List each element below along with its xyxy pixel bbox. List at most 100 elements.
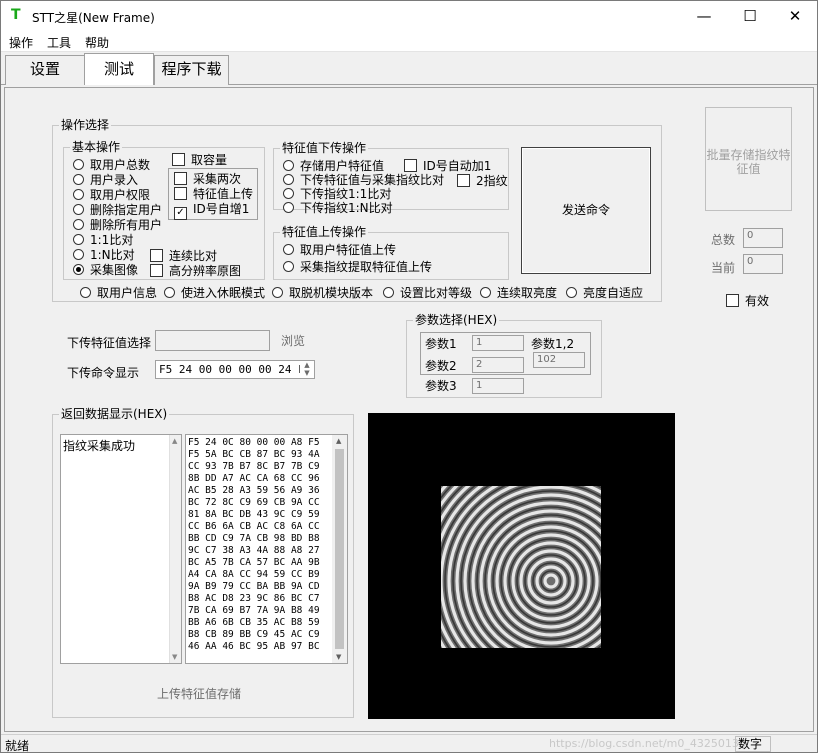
radio-get-user-feature-upload[interactable]: 取用户特征值上传 (283, 243, 396, 257)
radio-get-user-info[interactable]: 取用户信息 (80, 286, 157, 300)
current-label: 当前 (711, 261, 736, 275)
param2-field[interactable]: 2 (472, 357, 524, 373)
radio-capture-image[interactable]: 采集图像 (73, 263, 138, 277)
radio-delete-user[interactable]: 删除指定用户 (73, 203, 162, 217)
check-capture-twice[interactable]: 采集两次 (174, 172, 241, 186)
param1-label: 参数1 (425, 337, 457, 351)
test-panel: 操作选择 基本操作 取用户总数 用户录入 取用户权限 删除指定用户 删除所有用户… (4, 87, 814, 732)
check-get-capacity[interactable]: 取容量 (172, 153, 227, 167)
param12-label: 参数1,2 (531, 337, 575, 351)
check-id-auto-add[interactable]: ID号自动加1 (404, 159, 491, 173)
radio-get-user-count[interactable]: 取用户总数 (73, 158, 150, 172)
message-text: 指纹采集成功 (63, 439, 136, 453)
hex-line: 7B CA 69 B7 7A 9A B8 49 (188, 605, 320, 616)
hex-line: B8 AC D8 23 9C 86 BC C7 (188, 593, 320, 604)
menu-bar: 操作 工具 帮助 (1, 32, 817, 52)
operation-select-title: 操作选择 (59, 117, 112, 133)
hex-data-box[interactable]: F5 24 0C 80 00 00 A8 F5 F5 5A BC CB 87 BC… (185, 434, 348, 664)
status-bar: 就绪 https://blog.csdn.net/m0_43250136 数字 (1, 734, 817, 752)
hex-line: BC A5 7B CA 57 BC AA 9B (188, 557, 320, 568)
enroll-options-box: 采集两次 特征值上传 ID号自增1 (168, 168, 258, 220)
check-high-res-image[interactable]: 高分辨率原图 (150, 264, 241, 278)
menu-tools[interactable]: 工具 (47, 34, 71, 51)
hex-line: 46 AA 46 BC 95 AB 97 BC (188, 641, 320, 652)
scroll-up-icon[interactable]: ▲ (172, 437, 177, 445)
hex-scroll-thumb[interactable] (335, 449, 344, 649)
radio-delete-all-users[interactable]: 删除所有用户 (73, 218, 162, 232)
radio-get-module-version[interactable]: 取脱机模块版本 (272, 286, 373, 300)
download-select-label: 下传特征值选择 (67, 336, 152, 350)
radio-compare-1-1[interactable]: 1:1比对 (73, 233, 133, 247)
param3-field[interactable]: 1 (472, 378, 524, 394)
message-scrollbar[interactable]: ▲ ▼ (169, 435, 181, 663)
hex-line: 81 8A BC DB 43 9C C9 59 (188, 509, 320, 520)
hex-scroll-down-icon[interactable]: ▼ (336, 653, 341, 661)
download-command-label: 下传命令显示 (67, 366, 140, 380)
hex-line: 9C C7 38 A3 4A 88 A8 27 (188, 545, 320, 556)
tab-settings[interactable]: 设置 (5, 55, 85, 85)
hex-line: CC B6 6A CB AC C8 6A CC (188, 521, 320, 532)
hex-line: AC B5 28 A3 59 56 A9 36 (188, 485, 320, 496)
radio-sleep-mode[interactable]: 使进入休眠模式 (164, 286, 265, 300)
hex-line: BC 72 8C C9 69 CB 9A CC (188, 497, 320, 508)
browse-button[interactable]: 浏览 (281, 332, 305, 349)
return-data-group: 返回数据显示(HEX) 指纹采集成功 ▲ ▼ F5 24 0C 80 00 00… (52, 406, 354, 718)
check-two-fingerprints[interactable]: 2指纹 (457, 174, 508, 188)
check-feature-upload[interactable]: 特征值上传 (174, 187, 253, 201)
title-bar: T STT之星(New Frame) — ☐ ✕ (1, 1, 817, 32)
radio-download-fp-1-1[interactable]: 下传指纹1:1比对 (283, 187, 391, 201)
batch-store-button[interactable]: 批量存储指纹特征值 (705, 107, 792, 211)
radio-download-feature-compare[interactable]: 下传特征值与采集指纹比对 (283, 173, 444, 187)
current-field[interactable]: 0 (743, 254, 783, 274)
hex-line: BB CD C9 7A CB 98 BD B8 (188, 533, 320, 544)
feature-download-group: 特征值下传操作 存储用户特征值 下传特征值与采集指纹比对 下传指纹1:1比对 下… (273, 140, 509, 215)
check-id-auto-increment[interactable]: ID号自增1 (174, 202, 249, 220)
param12-field[interactable]: 102 (533, 352, 585, 368)
minimize-button[interactable]: — (681, 1, 727, 32)
params-group: 参数选择(HEX) 参数1 1 参数1,2 102 参数2 2 参数3 1 (406, 312, 602, 398)
hex-scrollbar[interactable]: ▲ ▼ (332, 435, 347, 663)
basic-operations-group: 基本操作 取用户总数 用户录入 取用户权限 删除指定用户 删除所有用户 1:1比… (63, 139, 265, 280)
radio-user-enroll[interactable]: 用户录入 (73, 173, 138, 187)
scroll-down-icon[interactable]: ▼ (172, 653, 177, 661)
param1-field[interactable]: 1 (472, 335, 524, 351)
hex-line: B8 CB 89 BB C9 45 AC C9 (188, 629, 320, 640)
radio-compare-1-n[interactable]: 1:N比对 (73, 248, 135, 262)
hex-line: F5 5A BC CB 87 BC 93 4A (188, 449, 320, 460)
menu-operation[interactable]: 操作 (9, 34, 33, 51)
watermark: https://blog.csdn.net/m0_43250136 (549, 737, 746, 750)
feature-upload-title: 特征值上传操作 (280, 224, 369, 240)
radio-download-fp-1-n[interactable]: 下传指纹1:N比对 (283, 201, 393, 215)
download-command-field[interactable]: F5 24 00 00 00 00 24 F5 (155, 360, 315, 379)
radio-set-compare-level[interactable]: 设置比对等级 (383, 286, 472, 300)
return-data-title: 返回数据显示(HEX) (59, 406, 170, 422)
hex-line: 9A B9 79 CC BA BB 9A CD (188, 581, 320, 592)
upload-feature-store-button[interactable]: 上传特征值存储 (157, 685, 241, 702)
radio-store-user-feature[interactable]: 存储用户特征值 (283, 159, 384, 173)
radio-auto-brightness[interactable]: 亮度自适应 (566, 286, 643, 300)
hex-lines: F5 24 0C 80 00 00 A8 F5 F5 5A BC CB 87 BC… (188, 437, 320, 653)
hex-scroll-up-icon[interactable]: ▲ (336, 437, 341, 445)
app-window: T STT之星(New Frame) — ☐ ✕ 操作 工具 帮助 设置 测试 … (0, 0, 818, 753)
total-field[interactable]: 0 (743, 228, 783, 248)
hex-line: 8B DD A7 AC CA 68 CC 96 (188, 473, 320, 484)
radio-capture-extract-upload[interactable]: 采集指纹提取特征值上传 (283, 260, 432, 274)
send-command-button[interactable]: 发送命令 (521, 147, 651, 274)
check-valid[interactable]: 有效 (726, 294, 769, 308)
tab-test[interactable]: 测试 (84, 53, 154, 85)
tab-program-download[interactable]: 程序下载 (154, 55, 229, 85)
message-list[interactable]: 指纹采集成功 ▲ ▼ (60, 434, 182, 664)
status-text: 就绪 (5, 739, 30, 753)
hex-line: F5 24 0C 80 00 00 A8 F5 (188, 437, 320, 448)
feature-download-title: 特征值下传操作 (280, 140, 369, 156)
maximize-button[interactable]: ☐ (727, 1, 773, 32)
hex-line: BB A6 6B CB 35 AC B8 59 (188, 617, 320, 628)
menu-help[interactable]: 帮助 (85, 34, 109, 51)
command-scroll-arrows[interactable]: ▲ ▼ (300, 361, 314, 378)
param3-label: 参数3 (425, 379, 457, 393)
check-continuous-compare[interactable]: 连续比对 (150, 249, 217, 263)
download-file-field[interactable] (155, 330, 270, 351)
radio-continuous-brightness[interactable]: 连续取亮度 (480, 286, 557, 300)
close-button[interactable]: ✕ (772, 1, 817, 32)
radio-get-user-permission[interactable]: 取用户权限 (73, 188, 150, 202)
